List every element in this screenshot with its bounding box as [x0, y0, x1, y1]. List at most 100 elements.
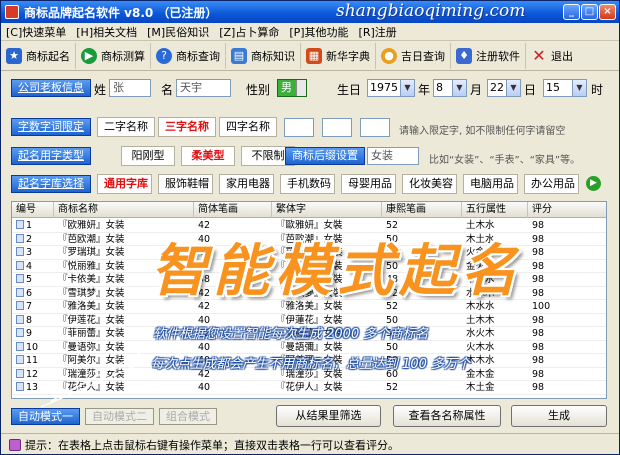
- mode-auto-1[interactable]: 自动模式一: [11, 408, 80, 425]
- table-cell: 9: [12, 327, 54, 340]
- menu-register[interactable]: [R]注册: [354, 24, 402, 40]
- toolbar-dictionary-button[interactable]: ▦ 新华字典: [301, 42, 376, 69]
- year-select[interactable]: 1975 ▼: [367, 79, 415, 97]
- dictionary-icon: ▦: [306, 47, 322, 64]
- table-cell: 火木水: [466, 341, 495, 353]
- day-select[interactable]: 22 ▼: [487, 79, 521, 97]
- three-char-option[interactable]: 三字名称: [158, 117, 216, 137]
- year-unit: 年: [418, 83, 431, 97]
- chevron-down-icon: ▼: [572, 80, 586, 96]
- table-cell: 金木金: [466, 368, 495, 380]
- col-id[interactable]: 编号: [12, 202, 54, 218]
- limit-char-input-3[interactable]: [360, 118, 390, 137]
- menu-other[interactable]: [P]其他功能: [284, 24, 353, 40]
- library-general[interactable]: 通用字库: [97, 174, 152, 194]
- table-cell: 土木木: [466, 314, 495, 326]
- table-cell: 木木水: [466, 355, 495, 366]
- table-cell: 2: [12, 233, 54, 246]
- library-appliances[interactable]: 家用电器: [219, 174, 274, 194]
- gender-toggle[interactable]: 男: [277, 79, 307, 97]
- hour-unit: 时: [591, 83, 604, 97]
- suffix-setting-button[interactable]: 商标后缀设置: [285, 147, 365, 165]
- feminine-option[interactable]: 柔美型: [181, 146, 235, 166]
- col-score[interactable]: 评分: [528, 202, 606, 218]
- maximize-button[interactable]: □: [581, 4, 598, 20]
- menu-folk[interactable]: [M]民俗知识: [142, 24, 214, 40]
- table-cell: 3: [12, 246, 54, 259]
- table-cell: 98: [532, 382, 545, 393]
- table-cell: 98: [532, 260, 545, 272]
- limit-char-input-2[interactable]: [322, 118, 352, 137]
- library-baby[interactable]: 母婴用品: [341, 174, 396, 194]
- library-office[interactable]: 办公用品: [524, 174, 579, 194]
- col-name[interactable]: 商标名称: [54, 202, 194, 218]
- minimize-button[interactable]: _: [563, 4, 580, 20]
- row-icon: [16, 274, 24, 283]
- table-cell: 8: [12, 314, 54, 327]
- hour-select[interactable]: 15 ▼: [543, 79, 587, 97]
- filter-results-button[interactable]: 从结果里筛选: [276, 405, 381, 427]
- view-attributes-button[interactable]: 查看各名称属性: [393, 405, 501, 427]
- help-icon: ?: [156, 47, 172, 64]
- menu-quick[interactable]: [C]快速菜单: [1, 24, 71, 40]
- generate-button[interactable]: 生成: [511, 405, 607, 427]
- table-cell: 98: [532, 368, 545, 380]
- menu-bar: [C]快速菜单 [H]相关文档 [M]民俗知识 [Z]占卜算命 [P]其他功能 …: [1, 23, 619, 41]
- row-icon: [16, 328, 24, 337]
- table-header: 编号 商标名称 简体笔画 繁体字 康熙笔画 五行属性 评分: [12, 202, 606, 218]
- close-button[interactable]: ×: [599, 4, 616, 20]
- char-limit-button[interactable]: 字数字词限定: [11, 118, 91, 136]
- four-char-option[interactable]: 四字名称: [219, 117, 277, 137]
- chevron-down-icon: ▼: [400, 80, 414, 96]
- col-strokes[interactable]: 简体笔画: [194, 202, 272, 218]
- style-type-button[interactable]: 起名用字类型: [11, 147, 91, 165]
- masculine-option[interactable]: 阳刚型: [121, 146, 175, 166]
- watermark-text: shangbiaoqiming.com: [336, 1, 526, 21]
- mode-auto-2[interactable]: 自动模式二: [85, 408, 154, 425]
- toolbar-exit-button[interactable]: ✕ 退出: [526, 43, 578, 69]
- title-bar: 商标品牌起名软件 v8.0 （已注册） shangbiaoqiming.com …: [1, 1, 619, 23]
- suffix-input[interactable]: 女装: [367, 147, 419, 165]
- table-cell: 98: [532, 287, 545, 299]
- row-icon: [16, 301, 24, 310]
- pointer-lines: [40, 346, 152, 408]
- app-window: 商标品牌起名软件 v8.0 （已注册） shangbiaoqiming.com …: [0, 0, 620, 455]
- library-digital[interactable]: 手机数码: [280, 174, 335, 194]
- col-kangxi[interactable]: 康熙笔画: [382, 202, 462, 218]
- month-select[interactable]: 8 ▼: [433, 79, 467, 97]
- toolbar-calendar-button[interactable]: ● 吉日查询: [376, 42, 451, 69]
- name-input[interactable]: 天宇: [176, 79, 231, 97]
- toolbar-naming-button[interactable]: ★ 商标起名: [1, 42, 76, 69]
- limit-char-input-1[interactable]: [284, 118, 314, 137]
- toolbar-knowledge-button[interactable]: ▤ 商标知识: [226, 42, 301, 69]
- col-wuxing[interactable]: 五行属性: [462, 202, 528, 218]
- app-icon: [5, 5, 19, 19]
- toolbar: ★ 商标起名 ▶ 商标测算 ? 商标查询 ▤ 商标知识 ▦ 新华字典 ● 吉日查…: [1, 41, 619, 71]
- menu-divination[interactable]: [Z]占卜算命: [214, 24, 284, 40]
- toolbar-register-button[interactable]: ♦ 注册软件: [451, 42, 526, 69]
- toolbar-calc-button[interactable]: ▶ 商标测算: [76, 42, 151, 69]
- table-cell: 98: [532, 341, 545, 353]
- row-icon: [16, 247, 24, 256]
- suffix-hint: 比如“女装”、“手表”、“家具”等。: [429, 155, 581, 166]
- library-select-button[interactable]: 起名字库选择: [11, 175, 91, 193]
- table-cell: 52: [386, 382, 399, 393]
- mode-combo[interactable]: 组合模式: [159, 408, 217, 425]
- table-cell: 『花伊人』女裝: [276, 382, 343, 393]
- name-label: 名: [161, 83, 174, 97]
- surname-input[interactable]: 张: [109, 79, 151, 97]
- surname-label: 姓: [94, 83, 107, 97]
- library-cosmetics[interactable]: 化妆美容: [402, 174, 457, 194]
- library-computer[interactable]: 电脑用品: [463, 174, 518, 194]
- company-info-button[interactable]: 公司老板信息: [11, 79, 91, 97]
- menu-docs[interactable]: [H]相关文档: [71, 24, 142, 40]
- table-cell: 98: [532, 355, 545, 366]
- col-traditional[interactable]: 繁体字: [272, 202, 382, 218]
- calc-icon: ▶: [81, 47, 97, 64]
- two-char-option[interactable]: 二字名称: [97, 117, 155, 137]
- next-arrow-icon[interactable]: ▶: [586, 176, 601, 191]
- table-cell: 40: [198, 341, 211, 353]
- toolbar-query-button[interactable]: ? 商标查询: [151, 42, 226, 69]
- table-cell: 98: [532, 328, 545, 339]
- library-clothing[interactable]: 服饰鞋帽: [158, 174, 213, 194]
